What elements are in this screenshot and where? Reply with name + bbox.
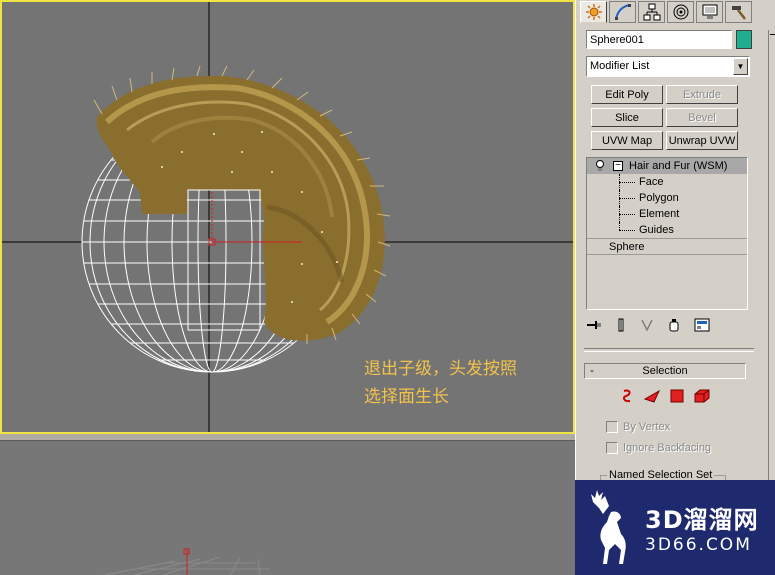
unwrap-uvw-button[interactable]: Unwrap UVW [666,131,738,150]
subobject-level-icons [620,388,720,406]
make-unique-icon[interactable] [640,318,654,332]
collapse-box-icon[interactable]: − [613,161,623,171]
display-monitor-icon [702,4,717,19]
stack-subitem-element[interactable]: Element [587,206,747,222]
hair-fur-mass [93,65,391,344]
stack-subitem-guides-label: Guides [639,224,674,236]
rollout-divider [584,348,754,352]
object-name-field[interactable] [586,30,732,49]
guides-subobject-icon[interactable] [620,388,634,407]
annotation-line-2: 选择面生长 [364,387,449,407]
hierarchy-icon [643,3,660,21]
tab-hierarchy[interactable] [638,1,665,23]
pin-stack-icon[interactable] [586,319,602,331]
annotation-text: 退出子级，头发按照 选择面生长 [364,355,564,411]
object-color-swatch[interactable] [736,30,752,49]
extrude-button[interactable]: Extrude [666,85,738,104]
face-subobject-icon[interactable] [643,389,661,406]
slice-button[interactable]: Slice [591,108,663,127]
modifier-list-dropdown[interactable]: Modifier List ▼ [586,56,750,77]
polygon-subobject-icon[interactable] [670,389,684,406]
bottom-viewport[interactable] [0,440,575,575]
motion-icon [673,4,688,20]
watermark: 3D溜溜网 3D66.COM [575,480,775,575]
utilities-hammer-icon [731,6,746,20]
modifier-list-label: Modifier List [590,60,650,72]
watermark-domain: 3D66.COM [645,535,752,555]
bottom-viewport-grid [102,548,270,575]
by-vertex-check-box[interactable] [606,421,618,433]
watermark-logo-text: 3D溜溜网 [645,506,759,534]
annotation-line-1: 退出子级，头发按照 [364,359,517,379]
uvw-map-button[interactable]: UVW Map [591,131,663,150]
stack-subitem-face-label: Face [639,176,664,188]
show-end-result-icon[interactable] [616,318,626,332]
tab-create[interactable] [580,1,607,23]
selection-rollout-title: Selection [642,365,688,377]
tab-modify[interactable] [609,1,636,23]
stack-item-sphere-label: Sphere [609,241,645,253]
bevel-button[interactable]: Bevel [666,108,738,127]
tab-utilities[interactable] [725,1,752,23]
stack-subitem-face[interactable]: Face [587,174,747,190]
stack-item-hair-and-fur[interactable]: − Hair and Fur (WSM) [587,158,747,174]
stack-item-hair-and-fur-label: Hair and Fur (WSM) [629,160,728,172]
modifier-stack: − Hair and Fur (WSM) Face Polygon Elemen… [586,157,748,310]
by-vertex-checkbox[interactable]: By Vertex [606,421,670,433]
tab-motion[interactable] [667,1,694,23]
stack-item-sphere[interactable]: Sphere [587,238,747,254]
deer-logo-icon [591,489,626,564]
stack-end-divider [587,254,747,270]
chevron-down-icon[interactable]: ▼ [733,58,748,75]
stack-subitem-polygon-label: Polygon [639,192,679,204]
tab-display[interactable] [696,1,723,23]
configure-modifier-sets-icon[interactable] [694,318,710,332]
collapse-marker [770,34,775,35]
selection-rollout-header[interactable]: - Selection [584,363,746,379]
perspective-viewport[interactable]: 退出子级，头发按照 选择面生长 [0,0,575,434]
collapse-icon[interactable]: - [585,365,599,377]
create-sun-icon [585,4,602,20]
by-vertex-label: By Vertex [623,421,671,433]
command-panel-tabs [578,0,774,24]
stack-subitem-element-label: Element [639,208,680,220]
ignore-backfacing-checkbox[interactable]: Ignore Backfacing [606,442,711,454]
ignore-backfacing-check-box[interactable] [606,442,618,454]
modify-curve-icon [614,4,631,20]
stack-subitem-guides[interactable]: Guides [587,222,747,238]
edit-poly-button[interactable]: Edit Poly [591,85,663,104]
stack-subitem-polygon[interactable]: Polygon [587,190,747,206]
ignore-backfacing-label: Ignore Backfacing [623,442,712,454]
remove-modifier-icon[interactable] [668,318,680,332]
stack-toolbar [586,316,746,334]
element-subobject-icon[interactable] [694,389,710,406]
